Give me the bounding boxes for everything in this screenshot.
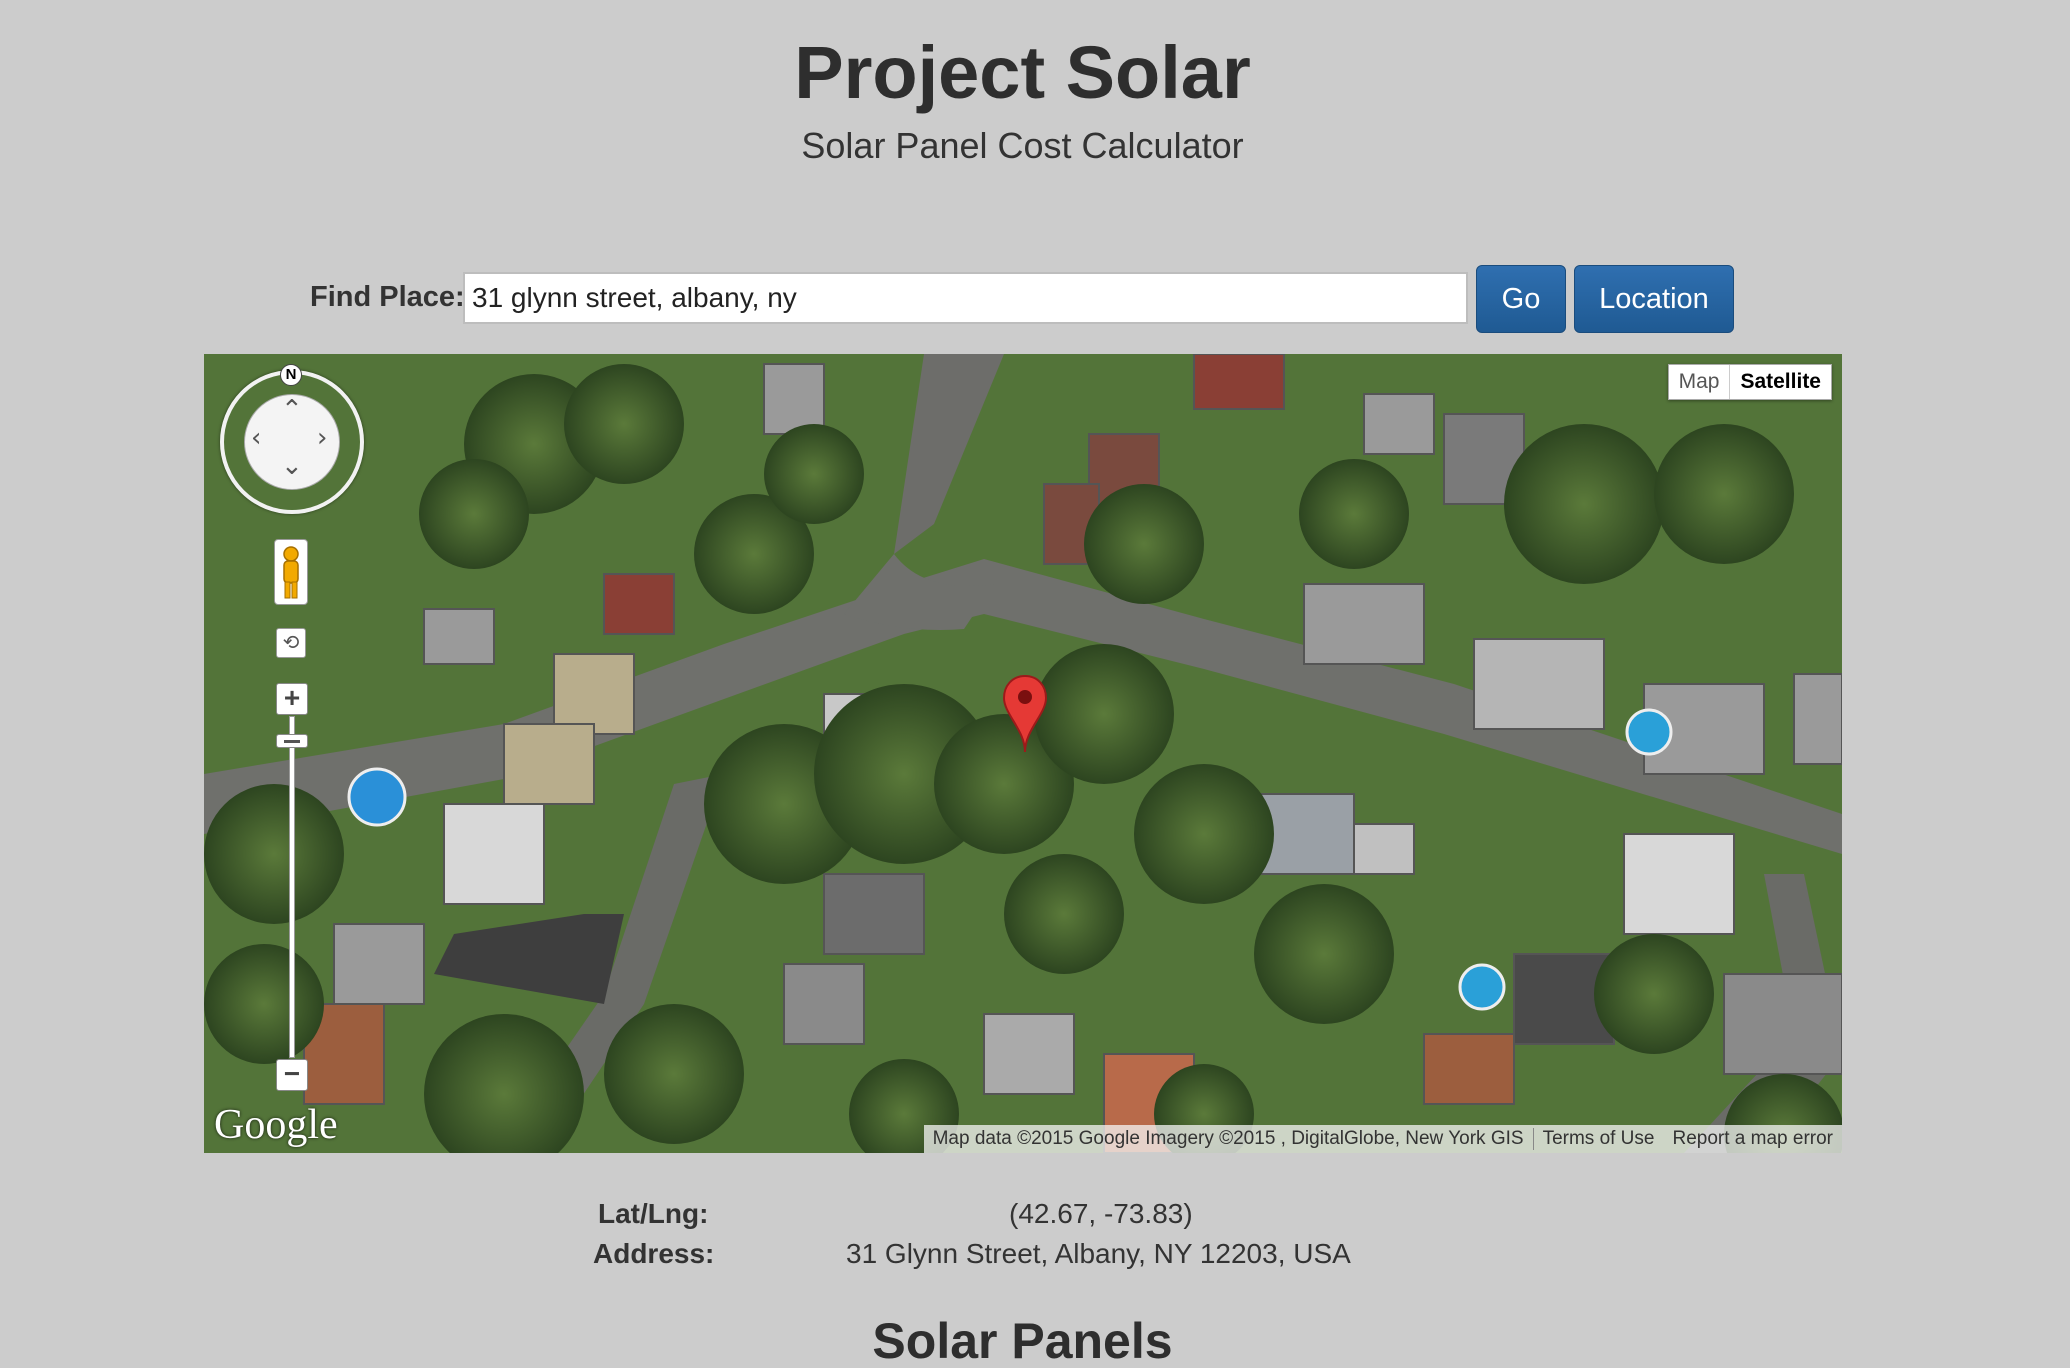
map-type-control: Map Satellite	[1667, 364, 1832, 400]
map-type-satellite-button[interactable]: Satellite	[1730, 365, 1831, 399]
pan-right-icon[interactable]: ›	[317, 425, 327, 451]
pan-left-icon[interactable]: ‹	[251, 425, 261, 451]
map-type-map-button[interactable]: Map	[1669, 365, 1731, 399]
pan-down-icon[interactable]: ⌄	[281, 453, 303, 479]
map-marker-icon[interactable]	[1002, 674, 1048, 754]
zoom-slider-handle[interactable]	[276, 734, 308, 748]
compass-north-icon[interactable]: N	[280, 364, 302, 386]
pan-up-icon[interactable]: ⌃	[281, 397, 303, 423]
map-attribution-bar: Map data ©2015 Google Imagery ©2015 , Di…	[923, 1125, 1842, 1153]
map[interactable]: ⌃ ⌄ ‹ › N ⟲ + − Map Satellite Google Map…	[204, 354, 1842, 1153]
page: Project Solar Solar Panel Cost Calculato…	[0, 0, 2070, 1368]
page-title: Project Solar	[794, 31, 1251, 114]
zoom-slider-track[interactable]	[289, 716, 295, 1058]
find-place-input[interactable]	[463, 272, 1468, 324]
pan-pad[interactable]: ⌃ ⌄ ‹ ›	[244, 394, 340, 490]
pan-control-icon[interactable]: ⌃ ⌄ ‹ ›	[220, 370, 364, 514]
solar-panels-heading: Solar Panels	[872, 1313, 1173, 1368]
terms-of-use-link[interactable]: Terms of Use	[1534, 1128, 1664, 1150]
find-place-label: Find Place:	[310, 281, 465, 313]
latlng-label: Lat/Lng:	[598, 1198, 709, 1229]
zoom-in-icon[interactable]: +	[276, 683, 308, 715]
address-value: 31 Glynn Street, Albany, NY 12203, USA	[846, 1238, 1351, 1269]
zoom-out-icon[interactable]: −	[276, 1059, 308, 1091]
pegman-icon[interactable]	[274, 539, 308, 605]
location-button[interactable]: Location	[1574, 265, 1734, 333]
google-logo[interactable]: Google	[214, 1101, 338, 1149]
go-button[interactable]: Go	[1476, 265, 1566, 333]
map-attribution-text: Map data ©2015 Google Imagery ©2015 , Di…	[932, 1128, 1524, 1149]
latlng-value: (42.67, -73.83)	[1009, 1198, 1193, 1229]
report-map-error-link[interactable]: Report a map error	[1663, 1128, 1842, 1150]
page-subtitle: Solar Panel Cost Calculator	[801, 125, 1244, 166]
rotate-icon[interactable]: ⟲	[276, 628, 306, 658]
address-label: Address:	[593, 1238, 715, 1269]
